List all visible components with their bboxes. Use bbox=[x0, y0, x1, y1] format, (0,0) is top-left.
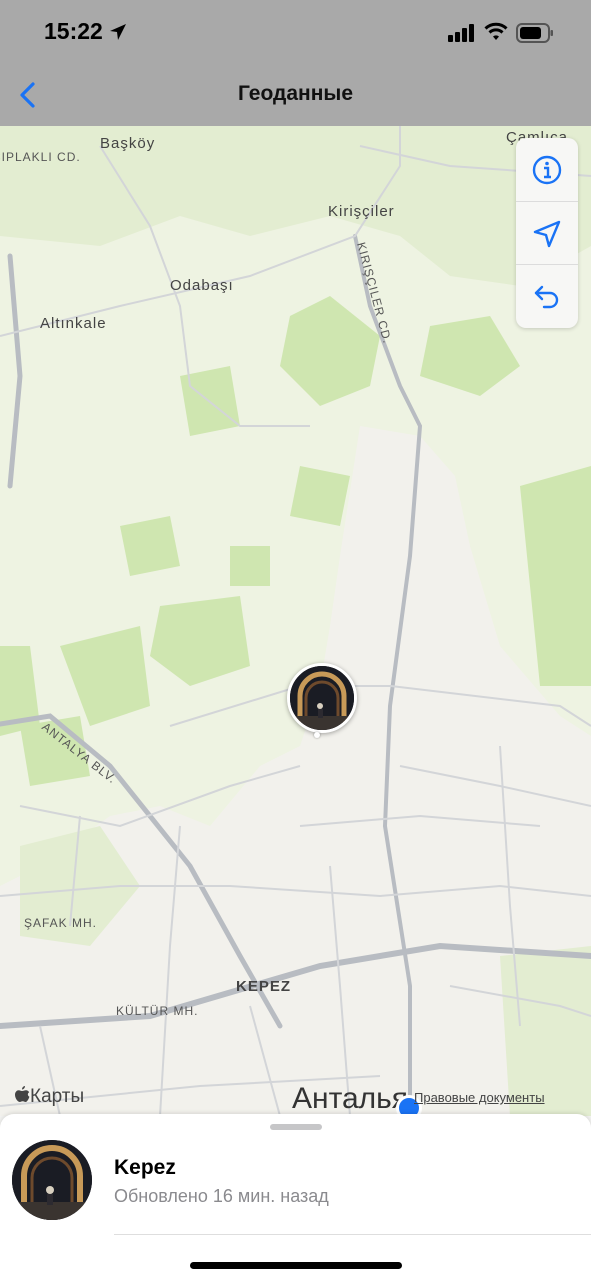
map-label-kultur-mh: KÜLTÜR MH. bbox=[116, 1004, 199, 1018]
status-bar: 15:22 bbox=[0, 0, 591, 66]
map-label-kepez: KEPEZ bbox=[236, 978, 292, 995]
undo-icon bbox=[534, 285, 559, 308]
location-services-icon bbox=[110, 24, 126, 40]
map-label-safak-mh: ŞAFAK MH. bbox=[24, 916, 98, 930]
map-label-kirisciler: Kirişçiler bbox=[328, 203, 395, 220]
location-sheet: Kepez Обновлено 16 мин. назад bbox=[0, 1114, 591, 1280]
current-location-button[interactable] bbox=[516, 201, 578, 265]
photo-thumbnail bbox=[12, 1140, 92, 1220]
map-label-baskoy: Başköy bbox=[100, 135, 156, 152]
undo-button[interactable] bbox=[516, 264, 578, 328]
divider bbox=[114, 1234, 591, 1235]
legal-link[interactable]: Правовые документы bbox=[414, 1090, 545, 1105]
map-label-odabasi: Odabaşı bbox=[170, 277, 234, 294]
info-icon bbox=[532, 155, 562, 184]
map-label-ciplakli-cd: ÇIPLAKLI CD. bbox=[0, 150, 81, 164]
sheet-grabber[interactable] bbox=[270, 1124, 322, 1130]
apple-logo-icon bbox=[15, 1086, 30, 1102]
battery-icon bbox=[516, 23, 553, 43]
wifi-icon bbox=[484, 22, 508, 40]
photo-location-pin[interactable] bbox=[287, 663, 357, 733]
info-button[interactable] bbox=[516, 138, 578, 201]
place-photo-avatar[interactable] bbox=[12, 1140, 92, 1220]
photo-thumbnail bbox=[290, 666, 354, 730]
place-name: Kepez bbox=[114, 1156, 176, 1179]
top-bar: 15:22 Геоданные bbox=[0, 0, 591, 126]
map-label-antalya: Анталья bbox=[292, 1082, 409, 1115]
status-time: 15:22 bbox=[44, 18, 103, 44]
maps-attribution[interactable]: Карты bbox=[14, 1086, 84, 1108]
map-controls bbox=[516, 138, 578, 328]
map-base bbox=[0, 126, 591, 1116]
location-arrow-icon bbox=[533, 220, 561, 247]
navigation-bar: Геоданные bbox=[0, 66, 591, 126]
updated-time: Обновлено 16 мин. назад bbox=[114, 1186, 329, 1206]
map-view[interactable]: Başköy ÇIPLAKLI CD. Çamlıca Kirişçiler K… bbox=[0, 126, 591, 1116]
cellular-signal-icon bbox=[448, 24, 474, 42]
home-indicator[interactable] bbox=[190, 1262, 402, 1269]
map-label-altinkale: Altınkale bbox=[40, 315, 107, 332]
maps-attribution-label: Карты bbox=[30, 1086, 85, 1107]
page-title: Геоданные bbox=[237, 82, 354, 105]
pin-anchor-dot bbox=[314, 732, 320, 738]
